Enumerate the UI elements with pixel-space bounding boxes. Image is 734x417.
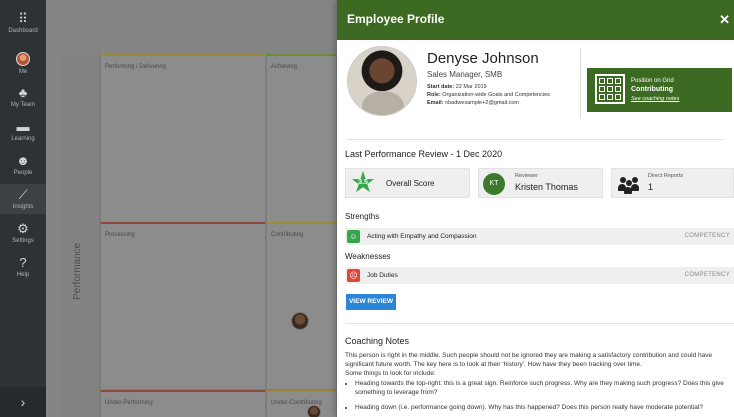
nav-help[interactable]: ? Help (0, 255, 46, 279)
grid-cell-processing[interactable]: Processing (100, 222, 266, 390)
score-value: 3.5 (358, 179, 368, 186)
divider (345, 323, 734, 324)
strengths-title: Strengths (345, 212, 380, 221)
direct-reports-card: Direct Reports 1 (611, 168, 734, 198)
nav-settings-label: Settings (12, 238, 34, 244)
help-icon: ? (19, 255, 27, 270)
position-value: Contributing (631, 86, 673, 93)
nav-insights[interactable]: ⟋ Insights (0, 184, 46, 214)
role-label: Role: (427, 92, 441, 98)
role-line: Role: Organization-wide Goals and Compet… (427, 92, 550, 98)
coaching-notes-body: This person is right in the middle. Such… (345, 351, 734, 413)
profile-photo (347, 46, 417, 116)
close-icon[interactable]: ✕ (719, 12, 730, 28)
grid-cell-performing[interactable]: Performing / Delivering (100, 54, 266, 224)
direct-reports-icon (618, 174, 640, 194)
nav-insights-label: Insights (12, 204, 34, 210)
weakness-text: Job Duties (367, 272, 398, 279)
review-title: Last Performance Review - 1 Dec 2020 (345, 149, 503, 159)
strength-item: ☺ Acting with Empathy and Compassion COM… (345, 228, 734, 245)
grid-cell-label: Contributing (271, 232, 304, 238)
grid-position-box: Position on Grid Contributing See coachi… (587, 68, 732, 112)
weakness-tag: COMPETENCY (684, 272, 730, 278)
coaching-notes-link[interactable]: See coaching notes (631, 96, 679, 102)
grid-cell-contributing[interactable]: Contributing (266, 222, 337, 390)
axis-column (60, 50, 100, 417)
employee-avatar[interactable] (307, 405, 321, 417)
reviewer-name: Kristen Thomas (515, 182, 578, 192)
score-label: Overall Score (386, 179, 435, 188)
nav-people-label: People (13, 170, 33, 176)
reports-label: Direct Reports (648, 173, 684, 179)
avatar-icon (16, 52, 30, 66)
grid-cell-achieving[interactable]: Achieving (266, 54, 337, 224)
drawer-title: Employee Profile (347, 12, 445, 26)
axis-label: Performance (72, 242, 83, 300)
reviewer-avatar: KT (483, 173, 505, 195)
overall-score-card: ★ 3.5 Overall Score (345, 168, 470, 198)
nav-settings[interactable]: ⚙ Settings (0, 221, 46, 245)
grid-icon (595, 74, 625, 104)
coaching-intro: Some things to look for include: (345, 370, 436, 377)
nav-my-team[interactable]: ♣ My Team (0, 85, 46, 109)
weaknesses-title: Weaknesses (345, 252, 391, 261)
email-value: nbadwexample+2@gmail.com (445, 100, 519, 106)
dashboard-icon: ⠿ (18, 11, 28, 26)
strength-tag: COMPETENCY (684, 233, 730, 239)
book-icon: ▬ (16, 119, 30, 134)
expand-nav-button[interactable]: › (0, 387, 46, 417)
view-review-button[interactable]: VIEW REVIEW (346, 294, 396, 310)
start-date-line: Start date: 22 Mar 2019 (427, 84, 487, 90)
grid-cell-label: Achieving (271, 64, 298, 70)
chart-icon: ⟋ (18, 187, 28, 202)
employee-avatar[interactable] (291, 312, 309, 330)
frown-icon: ☹ (347, 269, 360, 282)
grid-cell-under-contributing[interactable]: Under-Contributing (266, 390, 337, 417)
drawer-header: Employee Profile ✕ (337, 0, 734, 40)
employee-title: Sales Manager, SMB (427, 70, 503, 79)
smile-icon: ☺ (347, 230, 360, 243)
coaching-notes-title: Coaching Notes (345, 336, 410, 346)
nav-people[interactable]: ☻ People (0, 153, 46, 177)
nav-learning-label: Learning (11, 136, 35, 142)
email-line: Email: nbadwexample+2@gmail.com (427, 100, 519, 106)
weakness-item: ☹ Job Duties COMPETENCY (345, 267, 734, 284)
role-value: Organization-wide Goals and Competencies (442, 92, 550, 98)
nav-me[interactable]: Me (0, 52, 46, 75)
employee-name: Denyse Johnson (427, 50, 539, 67)
people-icon: ☻ (16, 153, 30, 168)
email-label: Email: (427, 100, 444, 106)
nav-help-label: Help (16, 272, 30, 278)
strength-text: Acting with Empathy and Compassion (367, 233, 477, 240)
grid-cell-label: Processing (105, 232, 135, 238)
nav-my-team-label: My Team (10, 102, 36, 108)
chevron-right-icon: › (20, 394, 26, 410)
nav-dashboard[interactable]: ⠿ Dashboard (0, 11, 46, 35)
left-nav: ⠿ Dashboard Me ♣ My Team ▬ Learning ☻ Pe… (0, 0, 46, 417)
nav-dashboard-label: Dashboard (8, 28, 38, 34)
reviewer-label: Reviewer (515, 173, 538, 179)
start-date-value: 22 Mar 2019 (455, 84, 487, 90)
nav-learning[interactable]: ▬ Learning (0, 119, 46, 143)
profile-section: Denyse Johnson Sales Manager, SMB Start … (347, 40, 732, 140)
grid-cell-label: Under-Performing (105, 400, 153, 406)
grid-cell-label: Performing / Delivering (105, 64, 167, 70)
start-date-label: Start date: (427, 84, 455, 90)
coaching-bullet: Heading down (i.e. performance going dow… (355, 403, 734, 412)
reports-count: 1 (648, 182, 654, 192)
position-label: Position on Grid (631, 78, 674, 84)
coaching-bullet: Heading towards the top-right: this is a… (355, 379, 734, 397)
reviewer-card: KT Reviewer Kristen Thomas (478, 168, 603, 198)
divider (580, 48, 581, 118)
grid-cell-under-performing[interactable]: Under-Performing (100, 390, 266, 417)
coaching-list: Heading towards the top-right: this is a… (355, 379, 734, 412)
nav-me-label: Me (18, 69, 28, 75)
team-icon: ♣ (18, 85, 28, 100)
coaching-para: This person is right in the middle. Such… (345, 352, 713, 368)
gear-icon: ⚙ (17, 221, 29, 236)
